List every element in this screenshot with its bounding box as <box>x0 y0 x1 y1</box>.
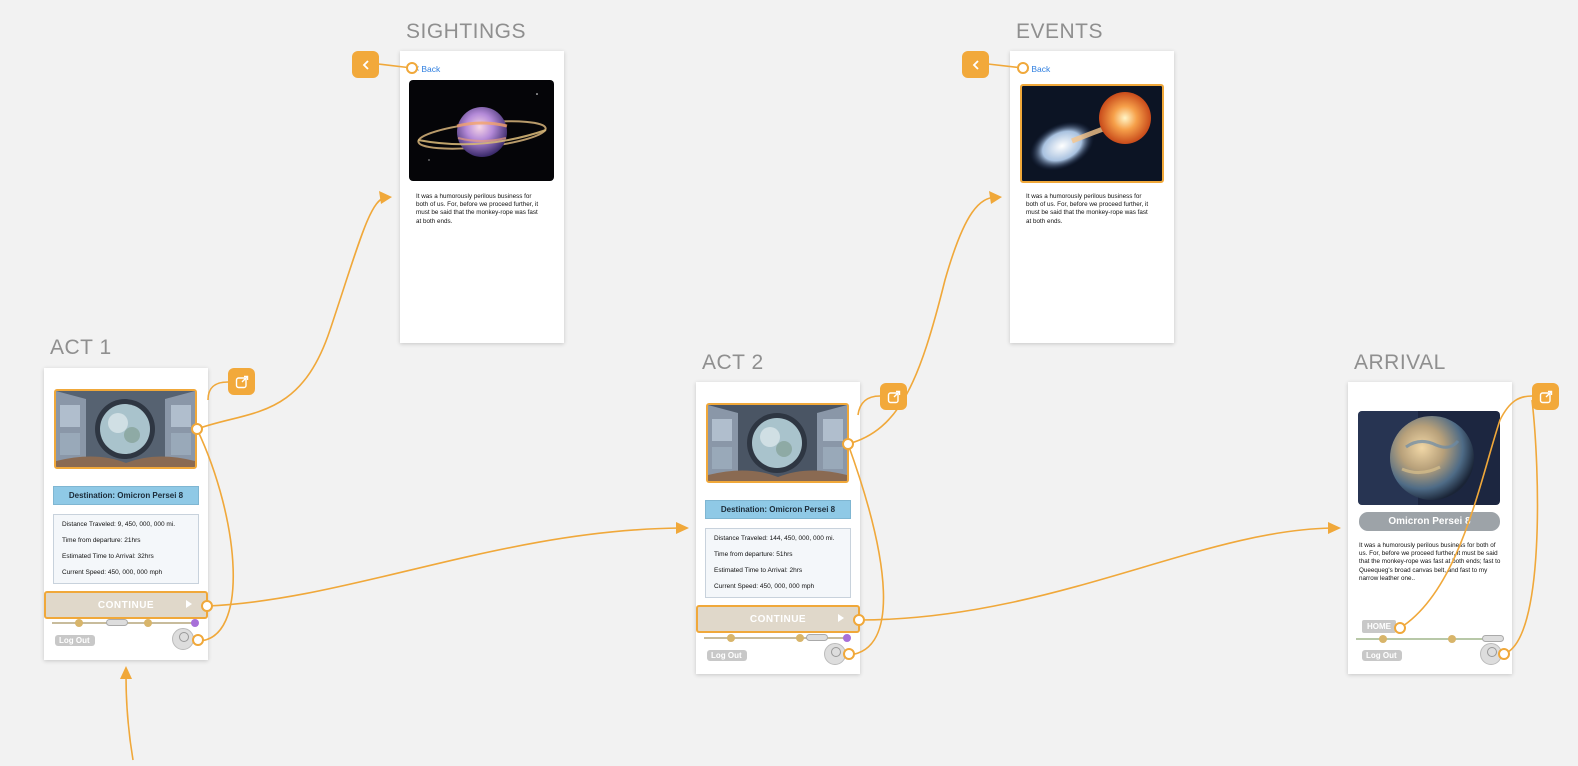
avatar-icon[interactable] <box>1480 643 1502 665</box>
destination-bar: Destination: Omicron Persei 8 <box>705 500 851 519</box>
connector-act2-hotspot <box>857 395 881 416</box>
logout-button[interactable]: Log Out <box>707 650 747 661</box>
sightings-screen: ‹ Back It was a humorously perilous busi… <box>400 51 564 343</box>
avatar-icon[interactable] <box>172 628 194 650</box>
back-chevron-icon: ‹ <box>416 63 420 74</box>
progress-dot-destination <box>191 619 199 627</box>
events-body-text: It was a humorously perilous business fo… <box>1026 193 1149 225</box>
travel-stats-panel: Distance Traveled: 144, 450, 000, 000 mi… <box>705 528 851 598</box>
spaceship-icon <box>106 619 128 626</box>
back-link[interactable]: ‹ Back <box>416 63 440 74</box>
progress-dot <box>75 619 83 627</box>
stat-eta: Estimated Time to Arrival: 32hrs <box>62 553 154 560</box>
back-hotspot-icon[interactable] <box>352 51 379 78</box>
planet-name-pill: Omicron Persei 8 <box>1359 512 1500 531</box>
artboard-title-act1: ACT 1 <box>50 336 112 359</box>
logout-button[interactable]: Log Out <box>1362 650 1402 661</box>
journey-progress-track <box>704 637 850 639</box>
progress-dot-destination <box>843 634 851 642</box>
artboard-title-act2: ACT 2 <box>702 351 764 374</box>
open-external-icon[interactable] <box>1532 383 1559 410</box>
connector-act1-hotspot <box>207 381 229 401</box>
spaceship-icon <box>1482 635 1504 642</box>
logout-button[interactable]: Log Out <box>55 635 95 646</box>
progress-dot <box>727 634 735 642</box>
continue-button[interactable]: CONTINUE <box>44 591 208 619</box>
journey-progress-track <box>1356 638 1502 640</box>
events-screen: ‹ Back It was a humorously perilous busi… <box>1010 51 1174 343</box>
arrival-planet-image <box>1358 411 1500 505</box>
continue-label: CONTINUE <box>749 613 807 625</box>
arrival-body-text: It was a humorously perilous business fo… <box>1359 542 1501 582</box>
stat-time-departure: Time from departure: 51hrs <box>714 551 793 558</box>
travel-stats-panel: Distance Traveled: 9, 450, 000, 000 mi. … <box>53 514 199 584</box>
connector-act1-to-sightings <box>196 196 387 430</box>
connector-entry <box>125 675 134 761</box>
stat-distance: Distance Traveled: 144, 450, 000, 000 mi… <box>714 535 835 542</box>
home-button[interactable]: HOME <box>1362 620 1396 633</box>
artboard-title-sightings: SIGHTINGS <box>406 20 527 43</box>
connector-act2-to-arrival <box>858 527 1333 621</box>
artboard-title-arrival: ARRIVAL <box>1354 351 1446 374</box>
window-view-image[interactable] <box>706 403 849 483</box>
progress-dot <box>1379 635 1387 643</box>
continue-label: CONTINUE <box>97 599 155 611</box>
sightings-body-text: It was a humorously perilous business fo… <box>416 193 539 225</box>
connector-act2-to-events <box>847 196 997 445</box>
avatar-icon[interactable] <box>824 643 846 665</box>
stat-speed: Current Speed: 450, 000, 000 mph <box>714 583 815 590</box>
ringed-planet-image <box>409 80 554 181</box>
progress-dot <box>144 619 152 627</box>
arrival-screen: Omicron Persei 8 It was a humorously per… <box>1348 382 1512 674</box>
connector-act1-to-act2 <box>206 527 681 607</box>
progress-dot <box>1448 635 1456 643</box>
stat-speed: Current Speed: 450, 000, 000 mph <box>62 569 163 576</box>
back-label: Back <box>421 63 441 74</box>
play-icon <box>838 614 844 622</box>
act1-screen: Destination: Omicron Persei 8 Distance T… <box>44 368 208 660</box>
back-hotspot-icon[interactable] <box>962 51 989 78</box>
artboard-title-events: EVENTS <box>1016 20 1104 43</box>
act2-screen: Destination: Omicron Persei 8 Distance T… <box>696 382 860 674</box>
open-external-icon[interactable] <box>228 368 255 395</box>
open-external-icon[interactable] <box>880 383 907 410</box>
continue-button[interactable]: CONTINUE <box>696 605 860 633</box>
destination-bar: Destination: Omicron Persei 8 <box>53 486 199 505</box>
back-chevron-icon: ‹ <box>1026 63 1030 74</box>
back-label: Back <box>1031 63 1051 74</box>
window-view-image[interactable] <box>54 389 197 469</box>
stat-distance: Distance Traveled: 9, 450, 000, 000 mi. <box>62 521 176 528</box>
stat-eta: Estimated Time to Arrival: 2hrs <box>714 567 803 574</box>
spaceship-icon <box>806 634 828 641</box>
stat-time-departure: Time from departure: 21hrs <box>62 537 141 544</box>
back-link[interactable]: ‹ Back <box>1026 63 1050 74</box>
progress-dot <box>796 634 804 642</box>
play-icon <box>186 600 192 608</box>
star-collision-image[interactable] <box>1020 84 1164 183</box>
